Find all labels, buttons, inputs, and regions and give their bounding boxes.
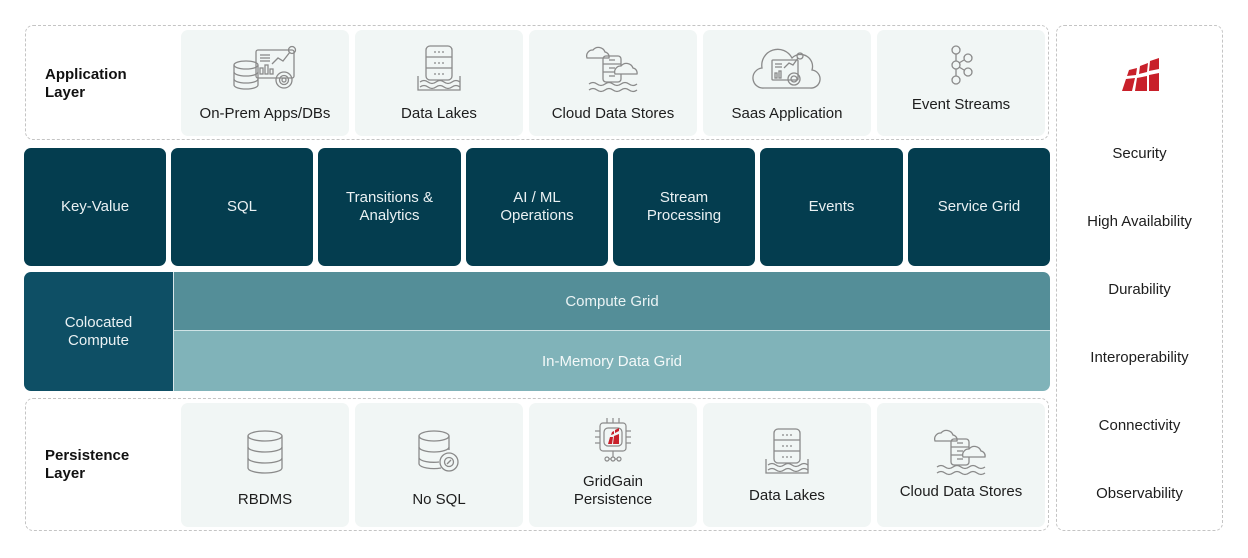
capability-key-value: Key-Value <box>24 148 166 266</box>
label-line: GridGain <box>582 473 644 490</box>
capability-label: Key-Value <box>60 198 130 215</box>
persist-tile-label: Cloud Data Stores <box>900 483 1023 501</box>
database-icon <box>230 425 300 479</box>
cloud-data-store-icon <box>926 425 996 479</box>
app-tile-cloud-data-stores: Cloud Data Stores <box>529 30 697 136</box>
cloud-data-store-icon <box>578 42 648 96</box>
capability-label: Transitions & <box>346 189 433 206</box>
title-line: Application <box>45 66 127 83</box>
application-layer-title: Application Layer <box>45 66 127 102</box>
event-stream-icon <box>926 42 996 88</box>
capability-sql: SQL <box>171 148 313 266</box>
app-tile-saas: Saas Application <box>703 30 871 136</box>
persist-tile-nosql: No SQL <box>355 403 523 527</box>
feature-high-availability: High Availability <box>1087 213 1192 230</box>
capability-events: Events <box>760 148 903 266</box>
label-line: Data Lakes <box>749 487 825 504</box>
app-tile-label: Cloud Data Stores <box>551 105 675 122</box>
persist-tile-label: No SQL <box>412 491 465 509</box>
database-gear-icon <box>404 425 474 479</box>
feature-interoperability: Interoperability <box>1090 349 1189 366</box>
side-panel-frame <box>1056 25 1223 531</box>
label-line: RBDMS <box>237 491 293 508</box>
feature-observability: Observability <box>1096 485 1183 502</box>
app-tile-label: On-Prem Apps/DBs <box>199 105 331 122</box>
database-analytics-icon <box>230 42 300 96</box>
compute-grid: Compute Grid <box>174 272 1050 331</box>
persist-tile-cloud-data-stores: Cloud Data Stores <box>877 403 1045 527</box>
app-tile-event-streams: Event Streams <box>877 30 1045 136</box>
capability-label: SQL <box>226 198 257 215</box>
compute-block: Colocated Compute Compute Grid In-Memory … <box>24 272 1050 391</box>
capability-stream-processing: Stream Processing <box>613 148 755 266</box>
colocated-label: Colocated <box>64 313 133 331</box>
feature-security: Security <box>1112 145 1167 162</box>
label-line: Cloud Data Stores <box>899 483 1023 500</box>
data-lake-icon <box>404 42 474 96</box>
label-line: No SQL <box>412 491 466 508</box>
capability-label: Service Grid <box>937 198 1021 215</box>
title-line: Layer <box>45 465 86 482</box>
capability-ai-ml: AI / ML Operations <box>466 148 608 266</box>
persist-tile-label: RBDMS <box>238 491 292 509</box>
data-lake-icon <box>752 425 822 479</box>
grid-stack: Compute Grid In-Memory Data Grid <box>174 272 1050 391</box>
cloud-analytics-icon <box>752 42 822 96</box>
capability-label: Events <box>808 198 855 215</box>
in-memory-data-grid: In-Memory Data Grid <box>174 331 1050 391</box>
capability-label: Operations <box>500 207 574 224</box>
app-tile-label: Saas Application <box>731 105 843 122</box>
capability-label: Analytics <box>359 207 420 224</box>
feature-durability: Durability <box>1108 281 1171 298</box>
colocated-label: Compute <box>68 331 129 349</box>
persist-tile-gridgain: GridGain Persistence <box>529 403 697 527</box>
feature-connectivity: Connectivity <box>1098 417 1181 434</box>
app-tile-label: Event Streams <box>911 96 1011 113</box>
persist-tile-rbdms: RBDMS <box>181 403 349 527</box>
gridgain-chip-icon <box>578 417 648 465</box>
app-tile-on-prem: On-Prem Apps/DBs <box>181 30 349 136</box>
persistence-layer-title: Persistence Layer <box>45 447 129 483</box>
capability-label: Processing <box>646 207 722 224</box>
capability-label: Stream <box>659 189 709 206</box>
persist-tile-label: GridGain Persistence <box>574 473 652 509</box>
app-tile-label: Data Lakes <box>401 105 477 122</box>
app-tile-data-lakes: Data Lakes <box>355 30 523 136</box>
title-line: Layer <box>45 84 86 101</box>
persist-tile-label: Data Lakes <box>749 487 825 505</box>
capability-transitions-analytics: Transitions & Analytics <box>318 148 461 266</box>
capability-label: AI / ML <box>513 189 561 206</box>
gridgain-logo-icon <box>1121 57 1161 93</box>
label-line: Persistence <box>573 491 653 508</box>
capability-service-grid: Service Grid <box>908 148 1050 266</box>
title-line: Persistence <box>45 447 130 464</box>
colocated-compute: Colocated Compute <box>24 272 174 391</box>
persist-tile-data-lakes: Data Lakes <box>703 403 871 527</box>
